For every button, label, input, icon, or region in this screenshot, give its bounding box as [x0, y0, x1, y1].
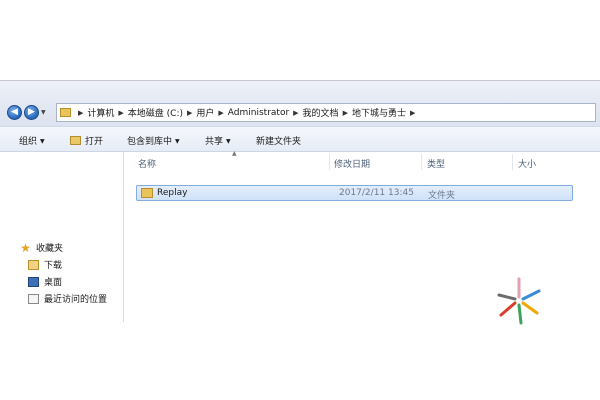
nav-item-label: 最近访问的位置 — [44, 295, 108, 305]
file-type: 文件夹 — [428, 191, 456, 201]
nav-item-label: 桌面 — [44, 278, 63, 288]
address-bar[interactable]: ▶ 计算机 ▶ 本地磁盘 (C:) ▶ 用户 ▶ Administrator ▶… — [56, 103, 596, 122]
nav-favorites-label: 收藏夹 — [36, 244, 64, 254]
new-folder-label: 新建文件夹 — [256, 137, 302, 147]
column-header-type[interactable]: 类型 — [427, 157, 445, 170]
nav-item-desktop[interactable]: 桌面 — [28, 274, 62, 289]
chevron-right-icon[interactable]: ▶ — [289, 109, 302, 117]
chevron-down-icon: ▼ — [226, 138, 231, 145]
chevron-right-icon[interactable]: ▶ — [114, 109, 127, 117]
column-divider[interactable] — [329, 154, 330, 170]
folder-open-icon — [70, 136, 81, 145]
breadcrumb-my-documents[interactable]: 我的文档 — [303, 106, 339, 119]
breadcrumb-users[interactable]: 用户 — [196, 106, 214, 119]
page-bottom-blank — [0, 322, 600, 400]
column-header-name[interactable]: 名称 — [138, 157, 156, 170]
column-header-size[interactable]: 大小 — [518, 157, 536, 170]
nav-item-downloads[interactable]: 下载 — [28, 257, 62, 272]
breadcrumb-computer[interactable]: 计算机 — [87, 106, 114, 119]
back-button[interactable]: ◀ — [7, 105, 22, 120]
chevron-down-icon: ▼ — [175, 138, 180, 145]
downloads-folder-icon — [28, 259, 39, 270]
folder-icon — [60, 108, 71, 117]
nav-item-recent-places[interactable]: 最近访问的位置 — [28, 291, 107, 306]
chevron-right-icon[interactable]: ▶ — [74, 109, 87, 117]
folder-icon — [141, 188, 153, 198]
include-in-library-button[interactable]: 包含到库中 ▼ — [127, 134, 180, 147]
file-date-modified: 2017/2/11 13:45 — [339, 188, 414, 198]
include-library-label: 包含到库中 — [127, 137, 173, 147]
file-row-replay[interactable]: Replay 2017/2/11 13:45 文件夹 — [136, 185, 573, 201]
share-button[interactable]: 共享 ▼ — [205, 134, 231, 147]
nav-favorites[interactable]: ★ 收藏夹 — [20, 240, 63, 255]
open-button[interactable]: 打开 — [70, 134, 103, 147]
recent-places-icon — [28, 293, 39, 304]
organize-label: 组织 — [19, 137, 38, 147]
file-name: Replay — [157, 188, 188, 198]
column-divider[interactable] — [421, 154, 422, 170]
navigation-pane: ★ 收藏夹 下载 桌面 最近访问的位置 库 视频 图片 文档 — [0, 152, 124, 323]
organize-button[interactable]: 组织 ▼ — [19, 134, 45, 147]
recent-pages-dropdown[interactable]: ▼ — [41, 108, 49, 117]
sort-indicator-icon: ▲ — [232, 150, 237, 157]
open-label: 打开 — [85, 137, 104, 147]
forward-button[interactable]: ▶ — [24, 105, 39, 120]
nav-item-label: 下载 — [44, 261, 63, 271]
chevron-right-icon[interactable]: ▶ — [406, 109, 419, 117]
command-toolbar: 组织 ▼ 打开 包含到库中 ▼ 共享 ▼ 新建文件夹 — [0, 126, 600, 152]
star-icon: ★ — [20, 240, 31, 255]
chevron-down-icon: ▼ — [40, 138, 45, 145]
navigation-bar: ◀ ▶ ▼ ▶ 计算机 ▶ 本地磁盘 (C:) ▶ 用户 ▶ Administr… — [0, 81, 600, 126]
page-top-blank — [0, 0, 600, 80]
breadcrumb-local-disk[interactable]: 本地磁盘 (C:) — [128, 106, 183, 119]
desktop-icon — [28, 276, 39, 287]
breadcrumb-current-folder[interactable]: 地下城与勇士 — [352, 106, 406, 119]
share-label: 共享 — [205, 137, 224, 147]
chevron-right-icon[interactable]: ▶ — [183, 109, 196, 117]
chevron-right-icon[interactable]: ▶ — [214, 109, 227, 117]
column-divider[interactable] — [512, 154, 513, 170]
watermark-logo-icon — [497, 277, 541, 325]
chevron-right-icon[interactable]: ▶ — [339, 109, 352, 117]
new-folder-button[interactable]: 新建文件夹 — [256, 134, 301, 147]
breadcrumb-administrator[interactable]: Administrator — [228, 108, 289, 118]
column-header-date-modified[interactable]: 修改日期 — [334, 157, 370, 170]
